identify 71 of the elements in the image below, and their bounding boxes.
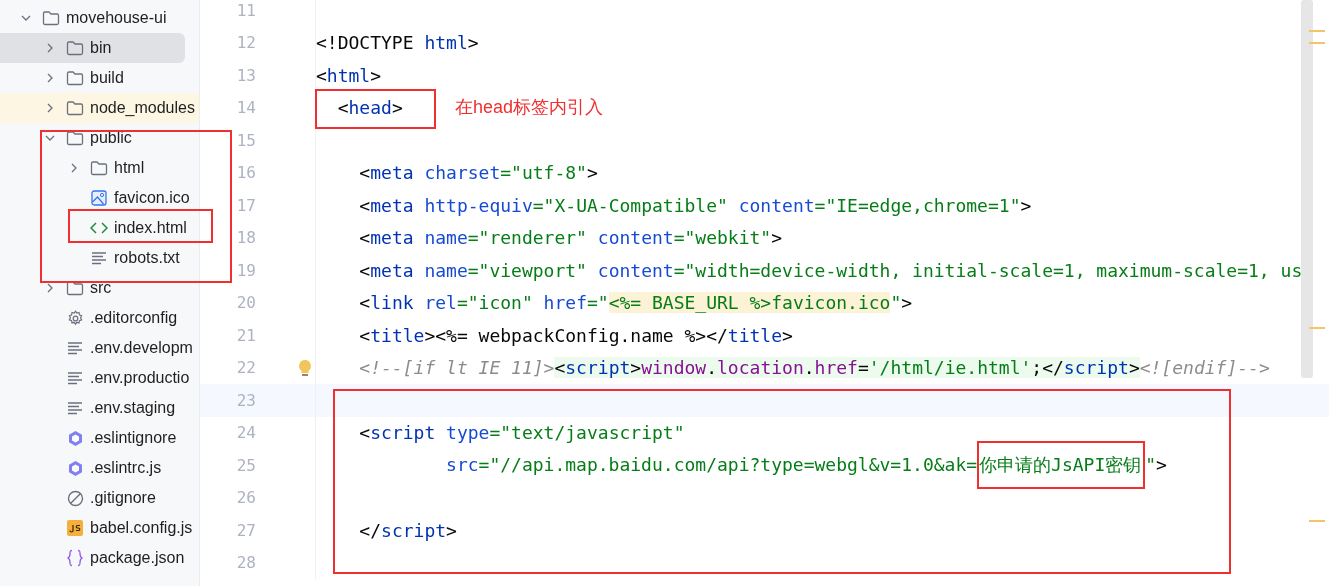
folder-icon (90, 160, 108, 176)
line-number: 24 (235, 423, 256, 443)
line-number: 22 (235, 358, 256, 378)
tree-item[interactable]: index.html (0, 213, 199, 243)
line-number: 28 (235, 553, 256, 573)
code-line: <link rel="icon" href="<%= BASE_URL %>favicon.ico"> (359, 292, 913, 314)
hexagon-icon (66, 429, 84, 447)
tree-item[interactable]: .editorconfig (0, 303, 199, 333)
text-file-icon (67, 401, 83, 415)
line-number: 25 (235, 455, 256, 475)
folder-icon (66, 100, 84, 116)
line-number: 12 (235, 33, 256, 53)
line-number: 20 (235, 293, 256, 313)
code-line: </script> (359, 519, 457, 541)
text-file-icon (67, 371, 83, 385)
code-line: <meta http-equiv="X-UA-Compatible" content="IE=edge,chrome=1"> (359, 194, 1032, 216)
line-number: 26 (235, 488, 256, 508)
tree-item[interactable]: public (0, 123, 199, 153)
code-line: <!DOCTYPE html> (316, 32, 479, 54)
tree-item[interactable]: .eslintignore (0, 423, 199, 453)
tree-item[interactable]: node_modules (0, 93, 199, 123)
scrollbar-thumb[interactable] (1301, 0, 1313, 378)
line-number: 23 (235, 390, 256, 410)
code-line: <meta name="renderer" content="webkit"> (359, 227, 783, 249)
folder-icon (42, 10, 60, 26)
text-file-icon (67, 341, 83, 355)
code-line: <meta name="viewport" content="width=device-width, initial-scale=1, maximum-scale=1, us (359, 259, 1303, 281)
annotation-text: 在head标签内引入 (455, 96, 604, 119)
code-line: <!--[if lt IE 11]><script>window.location.href='/html/ie.html';</script><![endif]--> (359, 357, 1270, 379)
line-number: 14 (235, 98, 256, 118)
code-line: <script type="text/javascript" (359, 422, 685, 444)
code-line: <head> (337, 97, 403, 119)
tree-item[interactable]: .env.staging (0, 393, 199, 423)
hexagon-icon (66, 459, 84, 477)
tree-item[interactable]: bin (0, 33, 185, 63)
line-number: 16 (235, 163, 256, 183)
line-number: 18 (235, 228, 256, 248)
tree-item[interactable]: package.json (0, 543, 199, 573)
tree-item[interactable]: html (0, 153, 199, 183)
line-number: 15 (235, 130, 256, 150)
braces-icon (67, 549, 83, 567)
code-brackets-icon (90, 221, 108, 235)
tree-item[interactable]: .eslintrc.js (0, 453, 199, 483)
tree-item[interactable]: src (0, 273, 199, 303)
tree-item[interactable]: .env.productio (0, 363, 199, 393)
tree-item[interactable]: .env.developm (0, 333, 199, 363)
line-number: 11 (235, 0, 256, 20)
line-number: 13 (235, 65, 256, 85)
code-line: <html> (316, 64, 382, 86)
js-file-icon (67, 520, 83, 536)
folder-icon (66, 70, 84, 86)
line-number: 21 (235, 325, 256, 345)
line-number: 17 (235, 195, 256, 215)
image-file-icon (91, 190, 107, 206)
gear-icon (66, 309, 84, 327)
folder-icon (66, 40, 84, 56)
tree-item[interactable]: build (0, 63, 199, 93)
lightbulb-icon[interactable] (298, 358, 312, 377)
code-line: <title><%= webpackConfig.name %></title> (359, 324, 793, 346)
prohibited-icon (66, 489, 84, 507)
line-number: 19 (235, 260, 256, 280)
tree-item[interactable]: babel.config.js (0, 513, 199, 543)
tree-item[interactable]: robots.txt (0, 243, 199, 273)
line-number: 27 (235, 520, 256, 540)
folder-icon (66, 130, 84, 146)
tree-item[interactable]: movehouse-ui (0, 3, 199, 33)
text-file-icon (91, 251, 107, 265)
tree-item[interactable]: favicon.ico (0, 183, 199, 213)
tree-item[interactable]: .gitignore (0, 483, 199, 513)
folder-icon (66, 280, 84, 296)
code-line: <meta charset="utf-8"> (359, 162, 598, 184)
